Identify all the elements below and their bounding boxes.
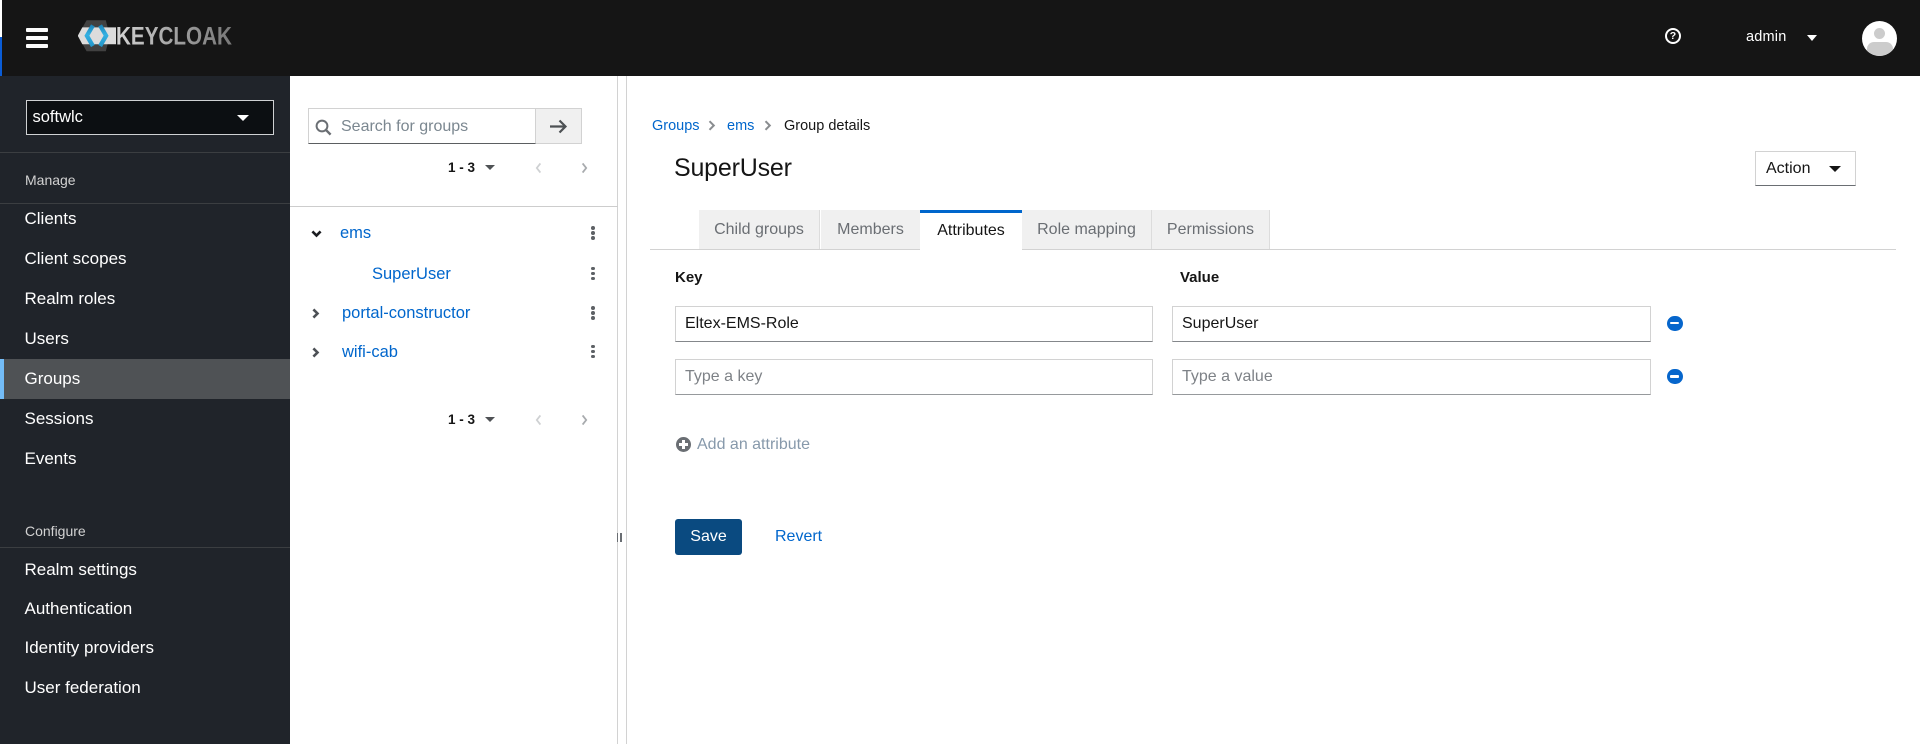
svg-text:KEYCLOAK: KEYCLOAK: [116, 23, 232, 51]
